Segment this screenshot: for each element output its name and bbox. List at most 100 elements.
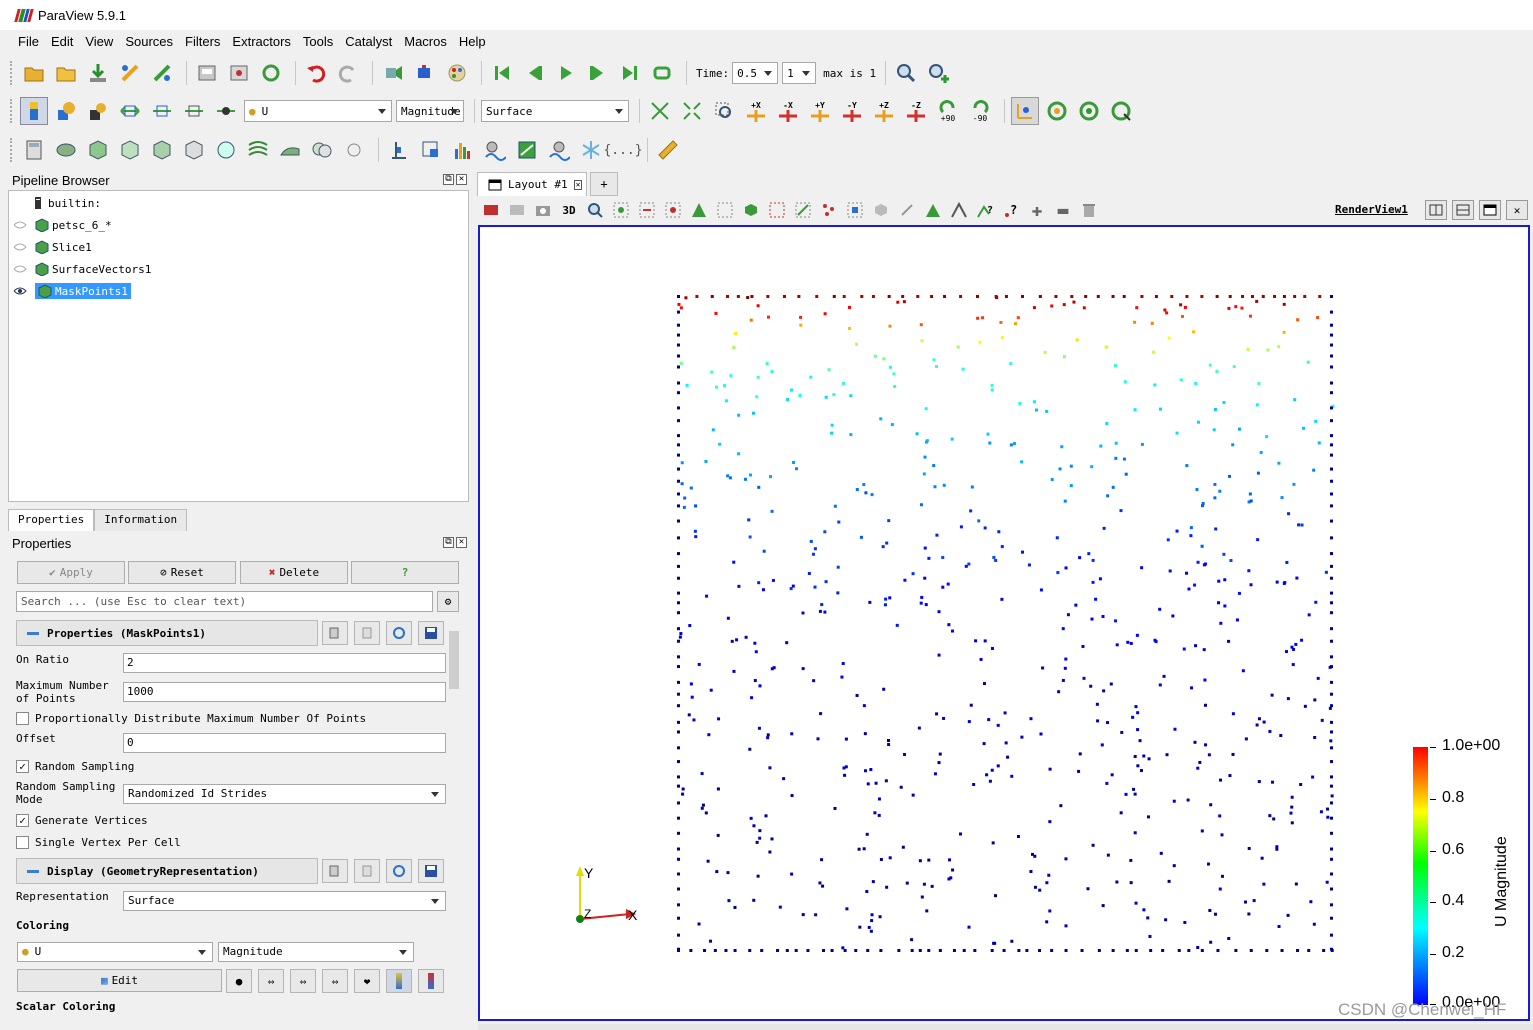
max-points-input[interactable]: 1000	[123, 682, 446, 702]
color-component-select[interactable]: Magnitude	[396, 100, 464, 122]
rescale-visible-icon[interactable]	[212, 97, 240, 125]
center-on-point-icon[interactable]	[1107, 97, 1135, 125]
select-frustum-icon[interactable]	[663, 200, 683, 220]
float-icon[interactable]: ⧉	[443, 537, 454, 548]
menu-edit[interactable]: Edit	[45, 34, 79, 49]
zoom-icon[interactable]	[585, 200, 605, 220]
zoom-to-box-icon[interactable]	[710, 97, 738, 125]
first-frame-icon[interactable]	[488, 59, 516, 87]
split-vertical-icon[interactable]	[1452, 200, 1474, 220]
colormap-preset-icon[interactable]: ●	[226, 969, 252, 993]
close-icon[interactable]: ✕	[456, 537, 467, 548]
time-combo[interactable]: 0.5	[732, 62, 779, 84]
rescale-range-icon[interactable]	[116, 97, 144, 125]
menu-sources[interactable]: Sources	[119, 34, 179, 49]
open-folder-icon[interactable]	[20, 59, 48, 87]
delete-button[interactable]: ✖ Delete	[240, 561, 348, 584]
camera-y-neg-icon[interactable]: -Y	[838, 97, 866, 125]
camera-redo-icon[interactable]	[411, 59, 439, 87]
random-sampling-checkbox[interactable]: ✓ Random Sampling	[16, 760, 134, 773]
section-properties-header[interactable]: Properties (MaskPoints1)	[16, 620, 318, 646]
save-state-icon[interactable]	[193, 59, 221, 87]
camera-undo-icon[interactable]	[379, 59, 407, 87]
toolbar-grip[interactable]	[10, 138, 14, 162]
tab-information[interactable]: Information	[94, 509, 188, 531]
close-icon[interactable]: ✕	[456, 174, 467, 185]
ruler-icon[interactable]	[654, 136, 682, 164]
menu-file[interactable]: File	[12, 34, 45, 49]
checkmark-icon[interactable]: ✓	[16, 760, 29, 773]
section-display-header[interactable]: Display (GeometryRepresentation)	[16, 858, 318, 884]
eye-hidden-icon[interactable]	[13, 220, 27, 230]
plot-data-icon[interactable]	[481, 136, 509, 164]
eye-hidden-icon[interactable]	[13, 242, 27, 252]
tab-layout-1[interactable]: Layout #1 ✕	[477, 172, 587, 196]
python-calculator-icon[interactable]	[513, 136, 541, 164]
camera-x-neg-icon[interactable]: -X	[774, 97, 802, 125]
pipeline-item-builtin[interactable]: builtin:	[31, 194, 101, 212]
save-defaults-icon[interactable]	[418, 621, 444, 645]
prop-distribute-checkbox[interactable]: Proportionally Distribute Maximum Number…	[16, 712, 366, 725]
loop-icon[interactable]	[648, 59, 676, 87]
extract-subset-icon[interactable]	[180, 136, 208, 164]
close-tab-icon[interactable]: ✕	[573, 179, 583, 190]
histogram-icon[interactable]	[449, 136, 477, 164]
camera-icon[interactable]	[533, 200, 553, 220]
paste-icon[interactable]	[354, 621, 380, 645]
menu-filters[interactable]: Filters	[179, 34, 226, 49]
contour-icon[interactable]	[52, 136, 80, 164]
pipeline-item-slice1[interactable]: Slice1	[9, 238, 92, 256]
reset-colormap-icon[interactable]	[84, 97, 112, 125]
checkmark-icon[interactable]: ✓	[16, 814, 29, 827]
find-data-icon[interactable]	[892, 59, 920, 87]
rotate-ccw-icon[interactable]: -90	[966, 97, 994, 125]
stream-tracer-icon[interactable]	[244, 136, 272, 164]
last-frame-icon[interactable]	[616, 59, 644, 87]
select-points-on-icon[interactable]	[949, 200, 969, 220]
slice-icon[interactable]	[116, 136, 144, 164]
timestep-spinbox[interactable]: 1	[782, 62, 817, 84]
camera-z-pos-icon[interactable]: +Z	[870, 97, 898, 125]
pipeline-item-surfacevectors1[interactable]: SurfaceVectors1	[9, 260, 151, 278]
disconnect-icon[interactable]	[148, 59, 176, 87]
load-state-icon[interactable]	[225, 59, 253, 87]
pipeline-item-maskpoints1[interactable]: MaskPoints1	[9, 282, 131, 300]
select-polygon-icon[interactable]	[689, 200, 709, 220]
checkbox-unchecked[interactable]	[16, 836, 29, 849]
clear-selection-trash-icon[interactable]	[1079, 200, 1099, 220]
find-add-icon[interactable]	[924, 59, 952, 87]
rescale-range-icon[interactable]: ⇔	[258, 969, 284, 993]
select-surface-points-icon[interactable]	[767, 200, 787, 220]
calculator-icon[interactable]	[20, 136, 48, 164]
restore-defaults-icon[interactable]	[386, 621, 412, 645]
reset-camera-icon[interactable]	[646, 97, 674, 125]
float-icon[interactable]: ⧉	[443, 174, 454, 185]
generate-vertices-checkbox[interactable]: ✓ Generate Vertices	[16, 814, 148, 827]
select-blocks-icon[interactable]	[715, 200, 735, 220]
paste-icon[interactable]	[354, 859, 380, 883]
tab-properties[interactable]: Properties	[8, 509, 95, 531]
camera-x-pos-icon[interactable]: +X	[742, 97, 770, 125]
gear-icon[interactable]: ⚙	[437, 591, 459, 612]
previous-frame-icon[interactable]	[520, 59, 548, 87]
pick-center-icon[interactable]	[1043, 97, 1071, 125]
toolbar-grip[interactable]	[10, 61, 14, 85]
rescale-custom-icon[interactable]: ⇔	[290, 969, 316, 993]
hover-cells-icon[interactable]	[845, 200, 865, 220]
rescale-temporal-icon[interactable]: ⇔	[322, 969, 348, 993]
coloring-array-select[interactable]: ● U	[17, 942, 213, 962]
interactive-select-icon[interactable]	[793, 200, 813, 220]
coloring-component-select[interactable]: Magnitude	[218, 942, 414, 962]
next-frame-icon[interactable]	[584, 59, 612, 87]
extract-level-icon[interactable]	[340, 136, 368, 164]
reset-button[interactable]: ⊘ Reset	[128, 561, 236, 584]
play-icon[interactable]	[552, 59, 580, 87]
apply-button[interactable]: ✔ Apply	[17, 561, 125, 584]
rotate-cw-icon[interactable]: +90	[934, 97, 962, 125]
select-points-icon[interactable]	[637, 200, 657, 220]
reset-center-icon[interactable]	[1075, 97, 1103, 125]
plot-over-line-icon[interactable]	[417, 136, 445, 164]
menu-macros[interactable]: Macros	[398, 34, 453, 49]
snowflake-icon[interactable]	[577, 136, 605, 164]
representation-select[interactable]: Surface	[481, 100, 629, 122]
